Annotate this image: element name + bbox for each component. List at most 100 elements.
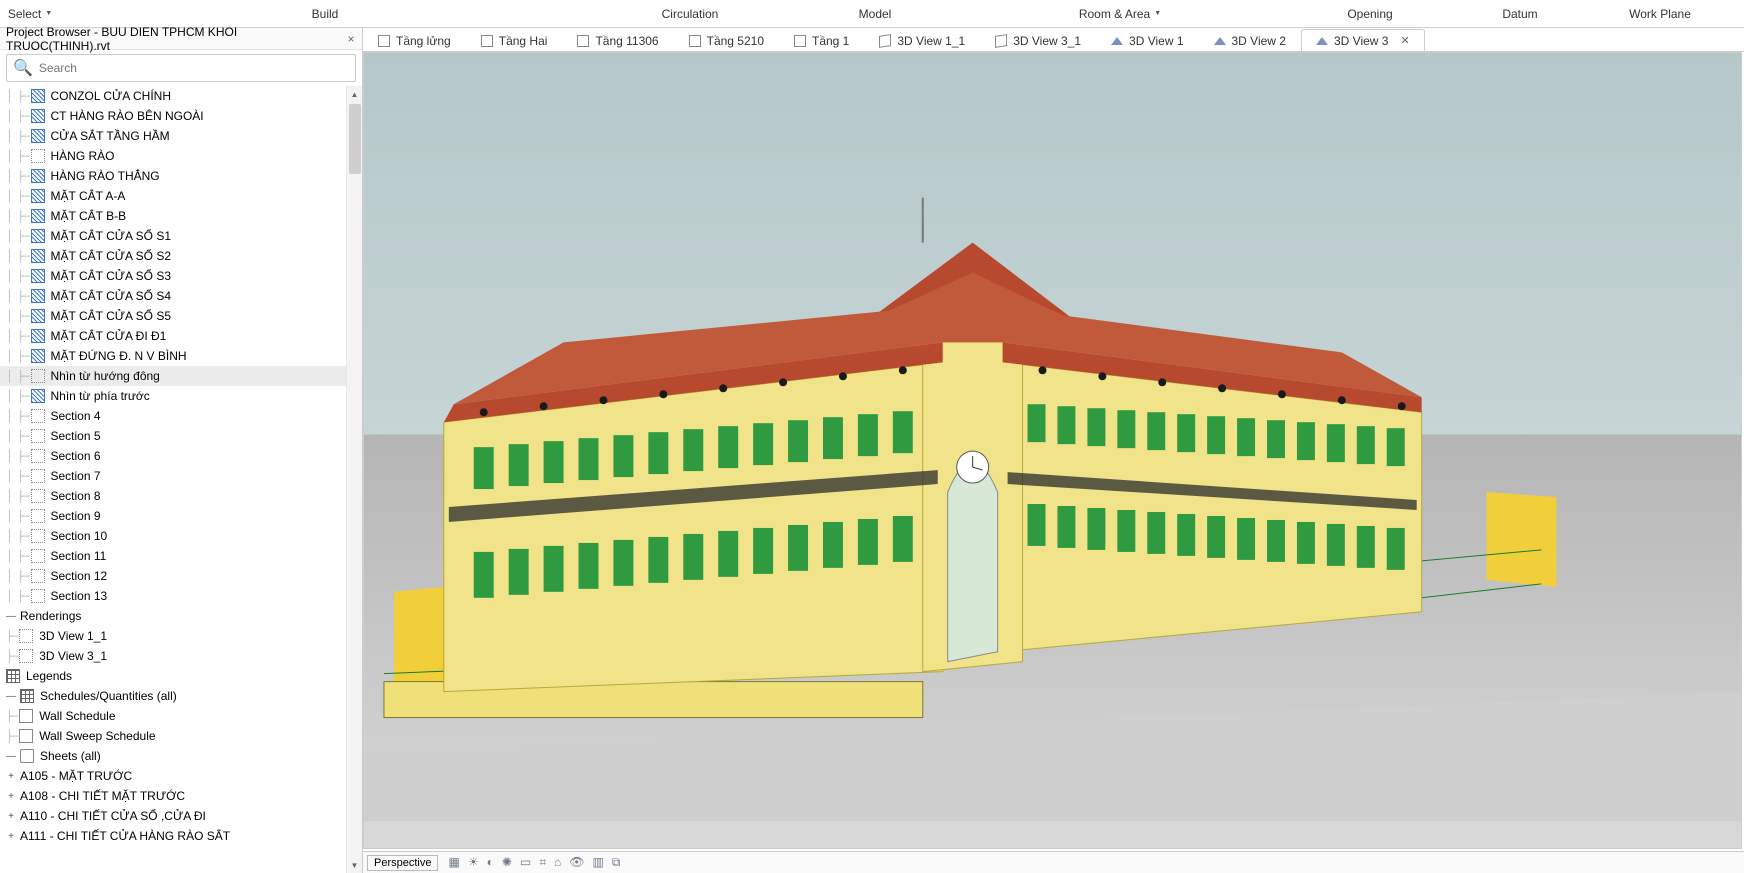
worksharing-icon[interactable]: ⧉ — [612, 855, 621, 870]
view-tab[interactable]: Tầng lửng — [363, 29, 466, 51]
ribbon-model[interactable]: Model — [790, 7, 960, 21]
tree-item[interactable]: │ ├─ Section 4 — [0, 406, 346, 426]
tree-item[interactable]: │ ├─ Section 12 — [0, 566, 346, 586]
tree-item-label: Section 7 — [51, 469, 101, 483]
tab-label: Tầng 5210 — [707, 34, 764, 48]
tree-category-schedules[interactable]: —Schedules/Quantities (all) — [0, 686, 346, 706]
tree-item[interactable]: │ ├─ Section 13 — [0, 586, 346, 606]
view-mode[interactable]: Perspective — [367, 855, 438, 871]
tree-item[interactable]: │ ├─ Nhìn từ phía trước — [0, 386, 346, 406]
tree-item-label: CT HÀNG RÀO BÊN NGOÀI — [51, 109, 204, 123]
blue-icon — [31, 249, 45, 263]
tree-item[interactable]: +A111 - CHI TIẾT CỬA HÀNG RÀO SẮT — [0, 826, 346, 846]
tree-item-label: Section 9 — [51, 509, 101, 523]
box-icon — [19, 649, 33, 663]
tree-scrollbar[interactable]: ▲ ▼ — [346, 86, 362, 873]
box-icon — [19, 629, 33, 643]
ribbon-opening[interactable]: Opening — [1280, 7, 1460, 21]
temporary-hide-icon[interactable]: 👁 — [569, 855, 584, 870]
view-tab[interactable]: 3D View 1 — [1096, 29, 1198, 51]
tree-category-legends[interactable]: Legends — [0, 666, 346, 686]
tree-item[interactable]: │ ├─ Section 6 — [0, 446, 346, 466]
search-field[interactable]: 🔍 — [6, 54, 356, 82]
tree-item[interactable]: │ ├─ Section 9 — [0, 506, 346, 526]
tree-item[interactable]: ├─ 3D View 1_1 — [0, 626, 346, 646]
tree-item[interactable]: │ ├─ CONZOL CỬA CHÍNH — [0, 86, 346, 106]
box-icon — [31, 429, 45, 443]
sun-path-icon[interactable]: ☀ — [468, 855, 479, 870]
tree-item-label: Section 12 — [51, 569, 108, 583]
blue-icon — [31, 289, 45, 303]
sheet-icon — [19, 709, 33, 723]
tree-item[interactable]: │ ├─ Nhìn từ hướng đông — [0, 366, 346, 386]
tree-item[interactable]: +A110 - CHI TIẾT CỬA SỔ ,CỬA ĐI — [0, 806, 346, 826]
shadows-icon[interactable]: ◐ — [487, 855, 494, 870]
tree-item[interactable]: │ ├─ CỬA SẮT TẦNG HẦM — [0, 126, 346, 146]
tree-item[interactable]: │ ├─ HÀNG RÀO — [0, 146, 346, 166]
close-icon[interactable]: × — [344, 32, 358, 46]
tree-item[interactable]: │ ├─ Section 5 — [0, 426, 346, 446]
tree-item[interactable]: │ ├─ MẶT CẮT B-B — [0, 206, 346, 226]
scroll-down-icon[interactable]: ▼ — [347, 857, 362, 873]
ribbon-circulation[interactable]: Circulation — [590, 7, 790, 21]
project-browser-title: Project Browser - BUU DIEN TPHCM KHOI TR… — [6, 25, 344, 53]
unhide-icon[interactable]: ⌂ — [554, 855, 561, 870]
plan-icon — [378, 35, 390, 47]
tab-close-icon[interactable]: ✕ — [1400, 34, 1409, 47]
scroll-up-icon[interactable]: ▲ — [347, 86, 362, 102]
view-tab[interactable]: Tầng Hai — [466, 29, 563, 51]
tree-item[interactable]: │ ├─ MẶT CẮT CỬA SỔ S2 — [0, 246, 346, 266]
tree-category-sheets[interactable]: —Sheets (all) — [0, 746, 346, 766]
tree-category-renderings[interactable]: —Renderings — [0, 606, 346, 626]
project-browser-header: Project Browser - BUU DIEN TPHCM KHOI TR… — [0, 28, 362, 50]
tree-item[interactable]: +A105 - MẶT TRƯỚC — [0, 766, 346, 786]
tree-item[interactable]: │ ├─ CT HÀNG RÀO BÊN NGOÀI — [0, 106, 346, 126]
view-tab[interactable]: Tầng 1 — [779, 29, 864, 51]
tree-item[interactable]: │ ├─ HÀNG RÀO THẲNG — [0, 166, 346, 186]
ribbon-datum[interactable]: Datum — [1460, 7, 1580, 21]
tree-item[interactable]: │ ├─ MẶT CẮT A-A — [0, 186, 346, 206]
tree-item[interactable]: │ ├─ MẶT CẮT CỬA SỔ S5 — [0, 306, 346, 326]
viewport-3d[interactable] — [363, 52, 1742, 849]
box-icon — [31, 409, 45, 423]
ribbon-room-area[interactable]: Room & Area — [960, 7, 1280, 21]
view-tab[interactable]: Tầng 11306 — [562, 29, 673, 51]
blue-icon — [31, 109, 45, 123]
crop-icon[interactable]: ▭ — [520, 855, 531, 870]
view-tab[interactable]: 3D View 1_1 — [864, 29, 980, 51]
render-icon[interactable]: ✺ — [502, 855, 512, 870]
tree-item-label: HÀNG RÀO THẲNG — [51, 169, 160, 183]
blue-icon — [31, 89, 45, 103]
tab-label: 3D View 1_1 — [897, 34, 965, 48]
tree-item[interactable]: ├─ Wall Sweep Schedule — [0, 726, 346, 746]
reveal-icon[interactable]: ▥ — [593, 855, 604, 870]
view-tab[interactable]: Tầng 5210 — [674, 29, 779, 51]
tree-item[interactable]: ├─ Wall Schedule — [0, 706, 346, 726]
box-icon — [31, 369, 45, 383]
tree-item[interactable]: +A108 - CHI TIẾT MẶT TRƯỚC — [0, 786, 346, 806]
box-icon — [31, 489, 45, 503]
ribbon-select[interactable]: Select — [0, 7, 60, 21]
view-tab[interactable]: 3D View 2 — [1199, 29, 1301, 51]
tree-item[interactable]: │ ├─ MẶT CẮT CỬA SỔ S3 — [0, 266, 346, 286]
schedules-icon — [20, 689, 34, 703]
tree-item[interactable]: │ ├─ Section 10 — [0, 526, 346, 546]
graphic-display-icon[interactable]: ▦ — [448, 855, 459, 870]
tree-item[interactable]: │ ├─ MẶT CẮT CỬA SỔ S4 — [0, 286, 346, 306]
tree-item[interactable]: │ ├─ Section 7 — [0, 466, 346, 486]
tree-item[interactable]: │ ├─ MẶT ĐỨNG Đ. N V BÌNH — [0, 346, 346, 366]
tab-label: 3D View 3_1 — [1013, 34, 1081, 48]
view-tab[interactable]: 3D View 3✕ — [1301, 29, 1425, 51]
project-tree[interactable]: │ ├─ CONZOL CỬA CHÍNH│ ├─ CT HÀNG RÀO BÊ… — [0, 86, 346, 873]
ribbon-build[interactable]: Build — [60, 7, 590, 21]
tree-item[interactable]: │ ├─ Section 8 — [0, 486, 346, 506]
view-tab[interactable]: 3D View 3_1 — [980, 29, 1096, 51]
tree-item[interactable]: │ ├─ MẶT CẮT CỬA SỔ S1 — [0, 226, 346, 246]
ribbon-work-plane[interactable]: Work Plane — [1580, 7, 1740, 21]
tree-item[interactable]: │ ├─ MẶT CẮT CỬA ĐI Đ1 — [0, 326, 346, 346]
tree-item[interactable]: ├─ 3D View 3_1 — [0, 646, 346, 666]
tree-item[interactable]: │ ├─ Section 11 — [0, 546, 346, 566]
crop-region-icon[interactable]: ⌗ — [539, 855, 546, 870]
search-input[interactable] — [39, 61, 349, 75]
scroll-thumb[interactable] — [349, 104, 361, 174]
